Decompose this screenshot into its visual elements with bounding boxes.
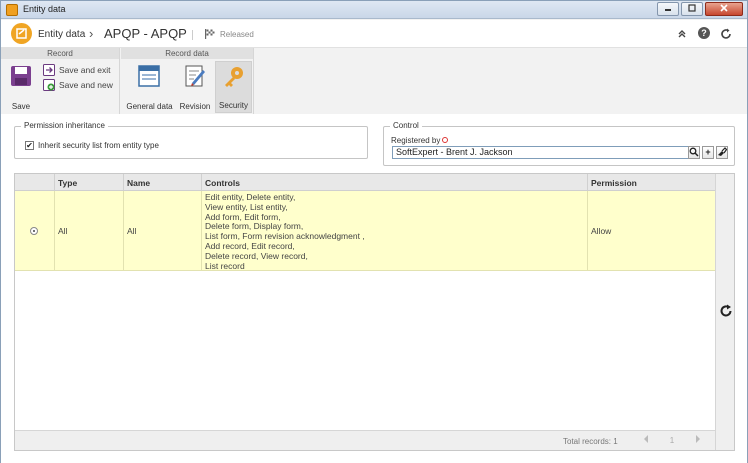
- search-icon: [689, 147, 699, 157]
- row-select-radio[interactable]: [30, 227, 38, 235]
- registered-by-input[interactable]: SoftExpert - Brent J. Jackson: [392, 146, 690, 159]
- ribbon-toolbar: Record Save Save and exit Save and new R…: [1, 48, 747, 114]
- col-divider: [54, 191, 55, 270]
- ribbon-group-record: Record Save Save and exit Save and new: [1, 48, 120, 114]
- cell-permission: Allow: [591, 226, 612, 236]
- security-key-icon: [225, 67, 243, 87]
- status-label: Released: [220, 30, 254, 39]
- search-user-button[interactable]: [688, 146, 700, 159]
- control-legend: Control: [390, 121, 422, 130]
- save-exit-label: Save and exit: [59, 65, 111, 75]
- column-header-permission[interactable]: Permission: [591, 178, 637, 188]
- close-icon: [720, 4, 728, 12]
- col-divider: [123, 174, 124, 190]
- header-actions: ?: [675, 27, 733, 41]
- add-user-button[interactable]: +: [702, 146, 714, 159]
- save-label: Save: [11, 102, 31, 111]
- reload-icon[interactable]: [719, 27, 733, 41]
- controls-line: List record: [205, 260, 245, 271]
- security-button[interactable]: Security: [215, 61, 252, 113]
- permission-inheritance-legend: Permission inheritance: [21, 121, 108, 130]
- chevron-right-icon: [696, 435, 700, 443]
- entity-data-window: Entity data Entity data › APQP - APQP Re…: [0, 0, 748, 463]
- window-title: Entity data: [23, 4, 66, 14]
- clear-user-button[interactable]: [716, 146, 728, 159]
- refresh-icon: [720, 304, 732, 317]
- title-bar: Entity data: [1, 1, 747, 19]
- control-fieldset: Control Registered by SoftExpert - Brent…: [383, 121, 735, 166]
- close-button[interactable]: [705, 2, 743, 16]
- record-title: APQP - APQP: [104, 26, 187, 41]
- inherit-security-label: Inherit security list from entity type: [38, 141, 159, 150]
- help-icon[interactable]: ?: [698, 27, 710, 39]
- entity-data-logo-icon: [11, 23, 32, 44]
- cell-type: All: [58, 226, 68, 236]
- next-page-button[interactable]: [691, 434, 705, 448]
- security-grid: Type Name Controls Permission All All Ed…: [14, 173, 735, 451]
- maximize-button[interactable]: [681, 2, 703, 16]
- header-divider: [192, 30, 193, 40]
- security-content: Permission inheritance ✔ Inherit securit…: [1, 114, 747, 463]
- minimize-button[interactable]: [657, 2, 679, 16]
- ribbon-group-record-data: Record data General data Revision Securi…: [121, 48, 254, 114]
- revision-label: Revision: [179, 102, 211, 111]
- registered-by-label: Registered by: [391, 136, 449, 145]
- grid-side-toolbar: [715, 174, 734, 450]
- refresh-button[interactable]: [719, 304, 733, 318]
- security-label: Security: [219, 101, 248, 110]
- flag-icon: [205, 29, 215, 39]
- collapse-up-icon[interactable]: [675, 27, 689, 41]
- save-new-icon: [43, 79, 55, 91]
- previous-page-button[interactable]: [639, 434, 653, 448]
- save-button[interactable]: Save: [5, 61, 37, 113]
- permission-inheritance-fieldset: Permission inheritance ✔ Inherit securit…: [14, 121, 368, 159]
- minimize-icon: [665, 9, 671, 11]
- breadcrumb-separator-icon: ›: [89, 26, 94, 41]
- general-data-label: General data: [126, 102, 173, 111]
- ribbon-group-title: Record data: [121, 48, 253, 59]
- breadcrumb-entity-data[interactable]: Entity data: [38, 29, 85, 40]
- revision-icon: [185, 65, 205, 87]
- col-divider: [123, 191, 124, 270]
- col-divider: [587, 174, 588, 190]
- maximize-icon: [688, 4, 696, 12]
- current-page: 1: [669, 436, 675, 445]
- cell-controls: Edit entity, Delete entity, View entity,…: [205, 192, 365, 271]
- general-data-button[interactable]: General data: [123, 61, 176, 113]
- total-records: Total records: 1: [563, 437, 618, 446]
- save-and-new-button[interactable]: Save and new: [43, 78, 113, 92]
- grid-header: Type Name Controls Permission: [15, 174, 715, 191]
- column-header-controls[interactable]: Controls: [205, 178, 240, 188]
- col-divider: [54, 174, 55, 190]
- column-header-name[interactable]: Name: [127, 178, 150, 188]
- table-row[interactable]: All All Edit entity, Delete entity, View…: [15, 191, 715, 271]
- registered-by-text: Registered by: [391, 136, 441, 145]
- chevron-left-icon: [644, 435, 648, 443]
- eraser-icon: [718, 147, 728, 156]
- header-bar: Entity data › APQP - APQP Released ?: [1, 20, 747, 48]
- ribbon-group-title: Record: [1, 48, 119, 59]
- app-icon: [6, 4, 18, 16]
- required-icon: [442, 137, 449, 143]
- col-divider: [201, 191, 202, 270]
- col-divider: [587, 191, 588, 270]
- grid-footer: Total records: 1 1: [15, 430, 715, 450]
- save-new-label: Save and new: [59, 80, 113, 90]
- cell-name: All: [127, 226, 137, 236]
- save-icon: [11, 66, 31, 86]
- save-and-exit-button[interactable]: Save and exit: [43, 63, 111, 77]
- window-controls: [655, 2, 743, 16]
- save-exit-icon: [43, 64, 55, 76]
- revision-button[interactable]: Revision: [177, 61, 213, 113]
- inherit-security-checkbox[interactable]: ✔: [25, 141, 34, 150]
- general-data-icon: [138, 65, 160, 87]
- column-header-type[interactable]: Type: [58, 178, 77, 188]
- col-divider: [201, 174, 202, 190]
